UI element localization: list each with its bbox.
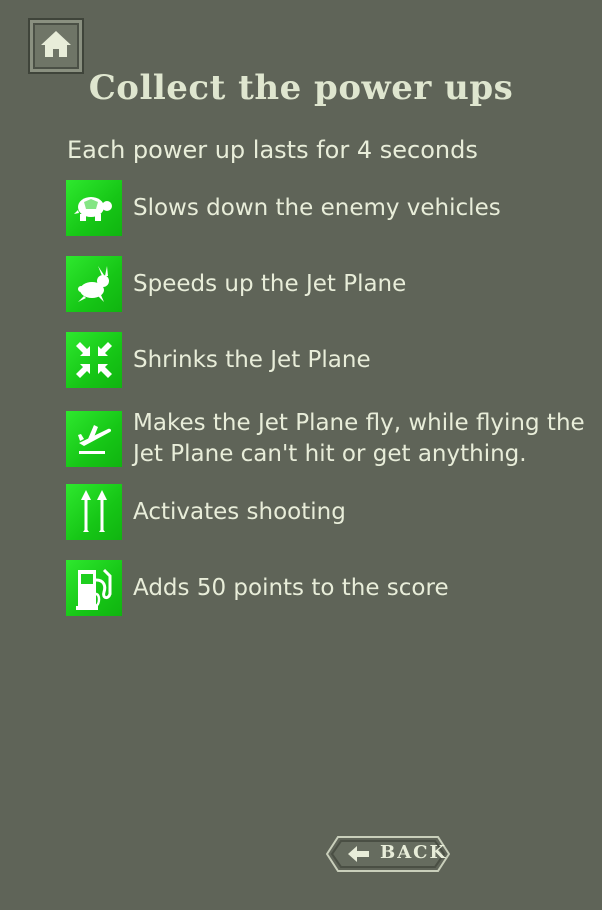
powerup-description: Activates shooting bbox=[133, 498, 346, 525]
powerup-item-speed: Speeds up the Jet Plane bbox=[66, 256, 586, 312]
back-button[interactable]: BACK bbox=[326, 836, 450, 872]
home-button[interactable] bbox=[28, 18, 84, 74]
powerup-item-points: Adds 50 points to the score bbox=[66, 560, 586, 616]
powerup-duration-text: Each power up lasts for 4 seconds bbox=[67, 136, 478, 164]
shrink-arrows-icon bbox=[66, 332, 122, 388]
powerup-item-shoot: Activates shooting bbox=[66, 484, 586, 540]
powerup-item-fly: Makes the Jet Plane fly, while flying th… bbox=[66, 408, 586, 470]
powerup-description: Adds 50 points to the score bbox=[133, 574, 449, 601]
home-icon bbox=[40, 29, 72, 63]
turtle-icon bbox=[66, 180, 122, 236]
plane-takeoff-icon bbox=[66, 411, 122, 467]
powerup-item-shrink: Shrinks the Jet Plane bbox=[66, 332, 586, 388]
back-button-label: BACK bbox=[380, 842, 448, 863]
powerup-item-slow: Slows down the enemy vehicles bbox=[66, 180, 586, 236]
powerup-description: Speeds up the Jet Plane bbox=[133, 270, 407, 297]
fuel-pump-icon bbox=[66, 560, 122, 616]
powerup-description: Makes the Jet Plane fly, while flying th… bbox=[133, 410, 585, 467]
rabbit-icon bbox=[66, 256, 122, 312]
powerup-description: Shrinks the Jet Plane bbox=[133, 346, 371, 373]
powerup-description: Slows down the enemy vehicles bbox=[133, 194, 501, 221]
double-arrow-up-icon bbox=[66, 484, 122, 540]
page-title: Collect the power ups bbox=[88, 68, 514, 108]
